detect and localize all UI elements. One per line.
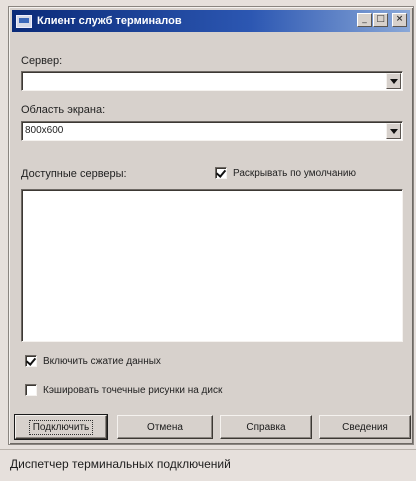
connect-button-label: Подключить (28, 419, 94, 435)
expand-default-checkbox-row[interactable]: Раскрывать по умолчанию (215, 167, 356, 179)
connect-button[interactable]: Подключить (14, 414, 108, 440)
resolution-combobox[interactable]: 800x600 (21, 121, 403, 141)
resolution-value: 800x600 (25, 125, 64, 136)
cancel-button[interactable]: Отмена (117, 415, 213, 439)
cache-label: Кэшировать точечные рисунки на диск (43, 384, 223, 396)
minimize-button[interactable]: _ (357, 13, 372, 27)
help-button[interactable]: Справка (220, 415, 312, 439)
title-controls: _ □ × (357, 13, 407, 27)
terminal-services-client-window: Клиент служб терминалов _ □ × Сервер: Об… (8, 6, 414, 445)
window-title: Клиент служб терминалов (37, 15, 182, 27)
compression-label: Включить сжатие данных (43, 355, 161, 367)
available-servers-label: Доступные серверы: (21, 168, 127, 180)
server-dropdown-arrow-icon[interactable] (386, 73, 401, 89)
title-bar[interactable]: Клиент служб терминалов _ □ × (12, 10, 410, 32)
close-button[interactable]: × (392, 13, 407, 27)
compression-checkbox[interactable] (25, 355, 37, 367)
figure-caption: Диспетчер терминальных подключений (0, 449, 416, 481)
about-button[interactable]: Сведения (319, 415, 411, 439)
resolution-label: Область экрана: (21, 104, 106, 116)
expand-default-checkbox[interactable] (215, 167, 227, 179)
compression-checkbox-row[interactable]: Включить сжатие данных (25, 355, 161, 367)
cache-checkbox[interactable] (25, 384, 37, 396)
maximize-button[interactable]: □ (373, 13, 388, 27)
expand-default-label: Раскрывать по умолчанию (233, 167, 356, 179)
app-icon (16, 14, 32, 28)
resolution-dropdown-arrow-icon[interactable] (386, 123, 401, 139)
cache-checkbox-row[interactable]: Кэшировать точечные рисунки на диск (25, 384, 222, 396)
available-servers-list[interactable] (21, 189, 403, 342)
server-combobox[interactable] (21, 71, 403, 91)
server-label: Сервер: (21, 55, 63, 67)
